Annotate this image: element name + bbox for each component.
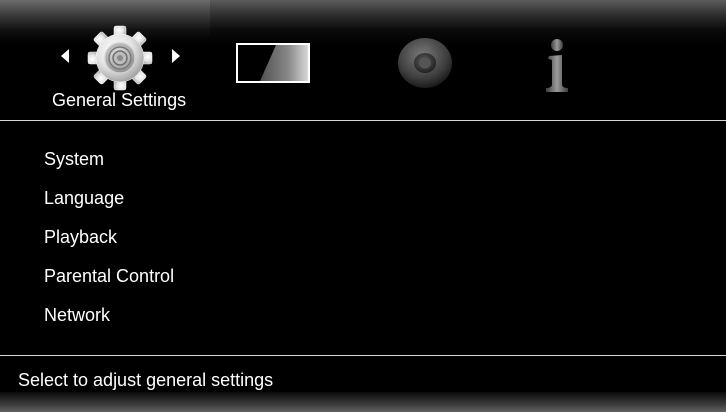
status-text: Select to adjust general settings	[18, 370, 274, 390]
menu-item-playback[interactable]: Playback	[0, 218, 726, 257]
arrow-left-icon[interactable]	[59, 48, 71, 64]
header-divider	[0, 120, 726, 121]
menu-item-network[interactable]: Network	[0, 296, 726, 335]
gear-icon[interactable]	[84, 22, 156, 94]
settings-screen: General Settings System Language Playbac…	[0, 0, 726, 412]
menu-item-system[interactable]: System	[0, 140, 726, 179]
arrow-right-icon[interactable]	[170, 48, 182, 64]
menu-item-language[interactable]: Language	[0, 179, 726, 218]
display-icon[interactable]	[236, 43, 310, 83]
settings-menu: System Language Playback Parental Contro…	[0, 140, 726, 335]
info-icon[interactable]	[540, 38, 574, 94]
category-title: General Settings	[52, 90, 187, 110]
menu-item-parental-control[interactable]: Parental Control	[0, 257, 726, 296]
footer-bar	[0, 392, 726, 412]
speaker-icon[interactable]	[396, 36, 454, 90]
footer-divider	[0, 355, 726, 356]
category-bar: General Settings	[0, 0, 726, 121]
